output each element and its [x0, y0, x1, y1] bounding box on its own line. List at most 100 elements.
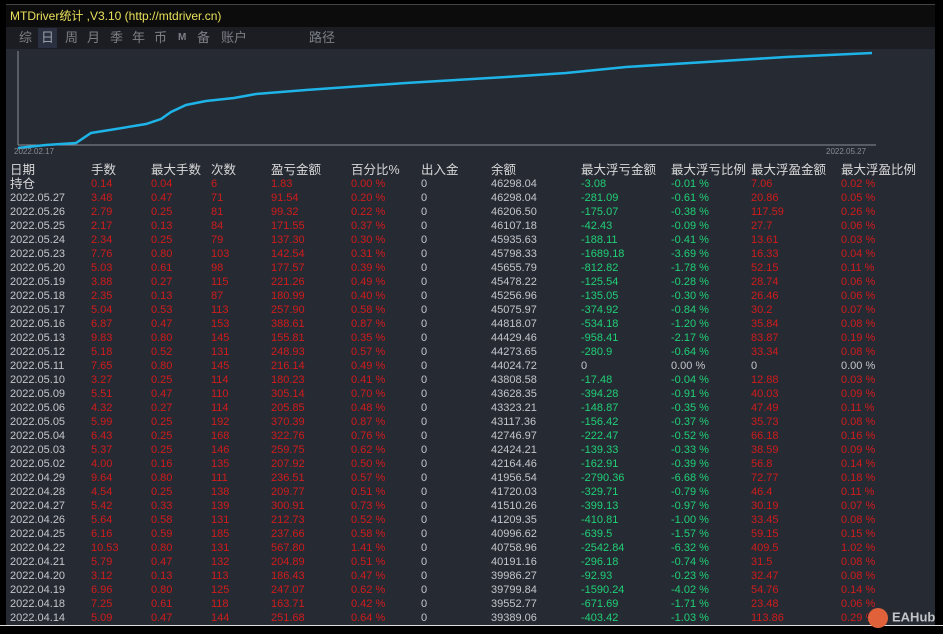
column-header-8[interactable]: 最大浮亏金额 [581, 163, 656, 177]
column-header-5[interactable]: 百分比% [351, 163, 400, 177]
table-row[interactable]: 2022.05.24 2.34 0.25 79 137.30 0.30 % 0 45935.6… [6, 233, 935, 247]
table-row[interactable]: 2022.05.11 7.65 0.80 145 216.14 0.49 % 0 44024.… [6, 359, 935, 373]
column-header-0[interactable]: 日期 [10, 163, 35, 177]
table-row[interactable]: 2022.05.04 6.43 0.25 168 322.76 0.76 % 0 42746.… [6, 429, 935, 443]
cell-最大浮盈金额: 28.74 [751, 276, 779, 288]
cell-最大浮盈比例: 0.03 % [841, 234, 876, 246]
table-row[interactable]: 2022.05.03 5.37 0.25 146 259.75 0.62 % 0 42424.… [6, 443, 935, 457]
cell-最大浮盈比例: 0.00 % [841, 360, 876, 372]
toolbar-tab-3[interactable]: 月 [84, 28, 103, 48]
cell-最大浮亏比例: -0.01 % [671, 178, 709, 190]
column-header-7[interactable]: 余额 [491, 163, 516, 177]
table-row[interactable]: 2022.05.18 2.35 0.13 87 180.99 0.40 % 0 45256.9… [6, 289, 935, 303]
table-row[interactable]: 2022.05.02 4.00 0.16 135 207.92 0.50 % 0 42164.… [6, 457, 935, 471]
table-row[interactable]: 2022.05.12 5.18 0.52 131 248.93 0.57 % 0 44273.… [6, 345, 935, 359]
cell-余额: 42424.21 [491, 444, 537, 456]
cell-最大浮亏比例: -0.33 % [671, 444, 709, 456]
cell-最大浮亏比例: -0.37 % [671, 416, 709, 428]
cell-最大浮亏金额: -3.08 [581, 178, 607, 190]
toolbar-tab-0[interactable]: 综 [16, 28, 35, 48]
column-header-4[interactable]: 盈亏金额 [271, 163, 321, 177]
cell-最大浮亏金额: -374.92 [581, 304, 619, 316]
toolbar-tab-10[interactable]: 路径 [306, 28, 338, 48]
table-row[interactable]: 2022.05.10 3.27 0.25 114 180.23 0.41 % 0 43808.… [6, 373, 935, 387]
table-row[interactable]: 2022.05.17 5.04 0.53 113 257.90 0.58 % 0 45075.… [6, 303, 935, 317]
cell-最大浮亏金额: -148.87 [581, 402, 619, 414]
table-row[interactable]: 2022.05.06 4.32 0.27 114 205.85 0.48 % 0 43323.… [6, 401, 935, 415]
column-header-11[interactable]: 最大浮盈比例 [841, 163, 916, 177]
column-header-3[interactable]: 次数 [211, 163, 236, 177]
cell-最大浮盈比例: 0.18 % [841, 472, 876, 484]
cell-次数: 113 [211, 570, 229, 582]
cell-最大浮亏比例: -0.38 % [671, 206, 709, 218]
cell-最大浮盈金额: 72.77 [751, 472, 779, 484]
cell-最大浮盈比例: 0.15 % [841, 528, 876, 540]
cell-最大手数: 0.47 [151, 192, 173, 204]
table-row[interactable]: 2022.05.23 7.76 0.80 103 142.54 0.31 % 0 45798.… [6, 247, 935, 261]
cell-手数: 0.14 [91, 178, 113, 190]
table-row[interactable]: 2022.04.20 3.12 0.13 113 186.43 0.47 % 0 39986.… [6, 569, 935, 583]
toolbar-tab-1[interactable]: 日 [38, 28, 58, 48]
table-row[interactable]: 2022.04.27 5.42 0.33 139 300.91 0.73 % 0 41510.… [6, 499, 935, 513]
table-row[interactable]: 2022.05.26 2.79 0.25 81 99.32 0.22 % 0 46206.50… [6, 205, 935, 219]
table-row[interactable]: 2022.05.20 5.03 0.61 98 177.57 0.39 % 0 45655.7… [6, 261, 935, 275]
cell-手数: 4.54 [91, 486, 113, 498]
cell-盈亏金额: 370.39 [271, 416, 305, 428]
cell-次数: 145 [211, 332, 230, 344]
toolbar-tab-6[interactable]: 币 [151, 28, 170, 48]
cell-最大浮亏金额: -2790.36 [581, 472, 625, 484]
table-row[interactable]: 2022.04.19 6.96 0.80 125 247.07 0.62 % 0 39799.… [6, 583, 935, 597]
column-header-9[interactable]: 最大浮亏比例 [671, 163, 746, 177]
table-row[interactable]: 2022.05.27 3.48 0.47 71 91.54 0.20 % 0 46298.04… [6, 191, 935, 205]
table-row[interactable]: 2022.05.25 2.17 0.13 84 171.55 0.37 % 0 46107.1… [6, 219, 935, 233]
table-row[interactable]: 2022.05.19 3.88 0.27 115 221.26 0.49 % 0 45478.… [6, 275, 935, 289]
toolbar-tab-4[interactable]: 季 [107, 28, 126, 48]
toolbar-tab-7[interactable]: M [175, 28, 189, 48]
cell-手数: 9.64 [91, 472, 113, 484]
toolbar-tab-2[interactable]: 周 [62, 28, 81, 48]
table-row[interactable]: 2022.04.25 6.16 0.59 185 237.66 0.58 % 0 40996.… [6, 527, 935, 541]
column-header-6[interactable]: 出入金 [421, 163, 459, 177]
table-row[interactable]: 2022.05.13 9.83 0.80 145 155.81 0.35 % 0 44429.… [6, 331, 935, 345]
cell-最大浮盈比例: 0.07 % [841, 304, 876, 316]
table-row[interactable]: 持仓 0.14 0.04 6 1.83 0.00 % 0 46298.04 -3.08 -0.01… [6, 177, 935, 191]
toolbar-tab-5[interactable]: 年 [129, 28, 148, 48]
balance-chart-svg [17, 51, 876, 150]
cell-日期: 2022.05.23 [10, 248, 66, 260]
table-row[interactable]: 2022.05.09 5.51 0.47 110 305.14 0.70 % 0 43628.… [6, 387, 935, 401]
cell-最大浮盈比例: 0.08 % [841, 556, 876, 568]
table-row[interactable]: 2022.04.28 4.54 0.25 138 209.77 0.51 % 0 41720.… [6, 485, 935, 499]
cell-最大浮盈金额: 7.06 [751, 178, 773, 190]
cell-盈亏金额: 300.91 [271, 500, 305, 512]
table-row[interactable]: 2022.04.22 10.53 0.80 131 567.80 1.41 % 0 40758… [6, 541, 935, 555]
cell-盈亏金额: 155.81 [271, 332, 305, 344]
cell-日期: 2022.04.29 [10, 472, 66, 484]
column-header-2[interactable]: 最大手数 [151, 163, 201, 177]
table-row[interactable]: 2022.04.21 5.79 0.47 132 204.89 0.51 % 0 40191.… [6, 555, 935, 569]
cell-日期: 2022.05.17 [10, 304, 66, 316]
toolbar-tab-8[interactable]: 备 [194, 28, 213, 48]
table-row[interactable]: 2022.04.14 5.09 0.47 144 251.68 0.64 % 0 39389.… [6, 611, 935, 625]
cell-最大浮亏比例: -0.64 % [671, 346, 709, 358]
cell-次数: 98 [211, 262, 224, 274]
cell-盈亏金额: 99.32 [271, 206, 299, 218]
cell-最大浮亏金额: -410.81 [581, 514, 619, 526]
cell-次数: 79 [211, 234, 224, 246]
cell-盈亏金额: 180.99 [271, 290, 305, 302]
table-row[interactable]: 2022.04.29 9.64 0.80 111 236.51 0.57 % 0 41956.… [6, 471, 935, 485]
cell-次数: 118 [211, 598, 229, 610]
table-row[interactable]: 2022.04.18 7.25 0.61 118 163.71 0.42 % 0 39552.… [6, 597, 935, 611]
cell-出入金: 0 [421, 514, 428, 526]
column-header-10[interactable]: 最大浮盈金额 [751, 163, 826, 177]
cell-最大浮盈金额: 52.15 [751, 262, 779, 274]
cell-手数: 5.04 [91, 304, 113, 316]
cell-手数: 5.09 [91, 612, 113, 624]
cell-盈亏金额: 248.93 [271, 346, 305, 358]
toolbar-tab-9[interactable]: 账户 [218, 28, 250, 48]
cell-最大浮盈比例: 0.09 % [841, 388, 876, 400]
table-row[interactable]: 2022.04.26 5.64 0.58 131 212.73 0.52 % 0 41209.… [6, 513, 935, 527]
table-row[interactable]: 2022.05.16 6.87 0.47 153 388.61 0.87 % 0 44818.… [6, 317, 935, 331]
cell-日期: 2022.05.09 [10, 388, 66, 400]
table-row[interactable]: 2022.05.05 5.99 0.25 192 370.39 0.87 % 0 43117.… [6, 415, 935, 429]
column-header-1[interactable]: 手数 [91, 163, 116, 177]
